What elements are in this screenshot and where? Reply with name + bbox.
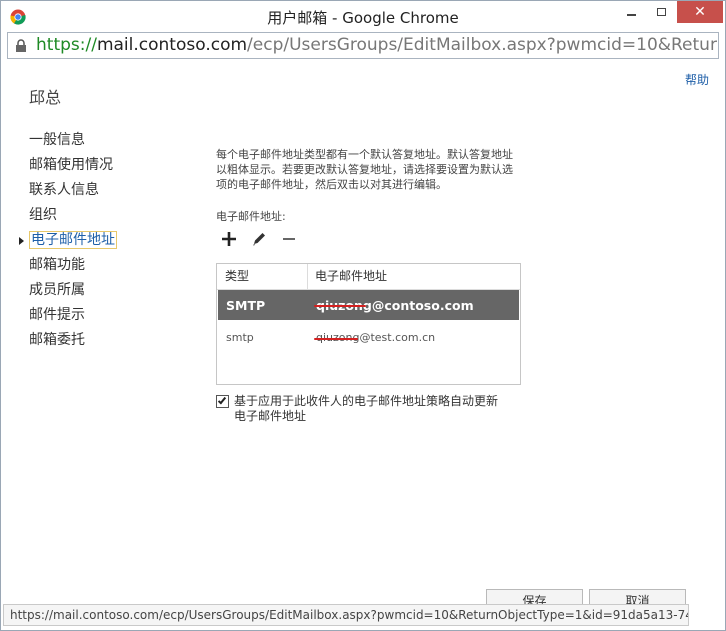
- email-address-label: 电子邮件地址:: [216, 210, 286, 223]
- nav-item-mailbox-features[interactable]: 邮箱功能: [29, 254, 129, 279]
- plus-icon: [221, 231, 237, 251]
- cell-address: qiuzong@contoso.com: [308, 298, 474, 313]
- grid-header: 类型 电子邮件地址: [217, 264, 520, 290]
- column-header-type[interactable]: 类型: [217, 264, 308, 289]
- edit-button[interactable]: [250, 232, 268, 250]
- nav-item-contact-info[interactable]: 联系人信息: [29, 179, 129, 204]
- nav-item-mailtip[interactable]: 邮件提示: [29, 304, 129, 329]
- minimize-icon: [626, 14, 636, 16]
- nav-item-label: 邮箱委托: [29, 332, 85, 348]
- maximize-button[interactable]: [647, 1, 675, 23]
- close-icon: ✕: [694, 4, 706, 20]
- lock-icon: [15, 38, 27, 52]
- cell-type: SMTP: [226, 297, 266, 313]
- auto-update-option: 基于应用于此收件人的电子邮件地址策略自动更新电子邮件地址: [216, 394, 506, 424]
- pencil-icon: [251, 231, 267, 251]
- address-bar[interactable]: https://mail.contoso.com/ecp/UsersGroups…: [7, 32, 719, 59]
- redaction-mark: [314, 337, 358, 340]
- nav-item-label: 一般信息: [29, 132, 85, 148]
- description-text: 每个电子邮件地址类型都有一个默认答复地址。默认答复地址以粗体显示。若要更改默认答…: [216, 148, 513, 191]
- table-row[interactable]: SMTP qiuzong@contoso.com: [218, 290, 519, 320]
- url-path: /ecp/UsersGroups/EditMailbox.aspx?pwmcid…: [247, 35, 718, 55]
- email-address-grid: 类型 电子邮件地址 SMTP qiuzong@contoso.com smtp …: [216, 263, 521, 385]
- title-bar: 用户邮箱 - Google Chrome ✕: [1, 1, 725, 32]
- url-text[interactable]: https://mail.contoso.com/ecp/UsersGroups…: [36, 35, 718, 55]
- nav-item-label: 邮箱使用情况: [29, 157, 113, 173]
- nav-item-label: 联系人信息: [29, 182, 99, 198]
- remove-button[interactable]: [280, 232, 298, 250]
- cell-address: qiuzong@test.com.cn: [308, 331, 435, 344]
- nav-item-email-address[interactable]: 电子邮件地址: [19, 229, 129, 254]
- nav-item-general[interactable]: 一般信息: [29, 129, 129, 154]
- url-scheme: https://: [36, 35, 97, 55]
- minimize-button[interactable]: [617, 1, 645, 23]
- add-button[interactable]: [220, 232, 238, 250]
- email-toolbar: [220, 231, 298, 251]
- nav-item-label: 成员所属: [29, 282, 85, 298]
- url-host: mail.contoso.com: [96, 35, 248, 55]
- auto-update-checkbox[interactable]: [216, 395, 229, 408]
- maximize-icon: [656, 8, 666, 16]
- nav-item-organization[interactable]: 组织: [29, 204, 129, 229]
- cell-type: smtp: [226, 330, 254, 344]
- redaction-mark: [314, 304, 366, 307]
- auto-update-label: 基于应用于此收件人的电子邮件地址策略自动更新电子邮件地址: [234, 394, 499, 423]
- nav-item-label: 邮件提示: [29, 307, 85, 323]
- help-link[interactable]: 帮助: [685, 71, 709, 88]
- table-row[interactable]: smtp qiuzong@test.com.cn: [218, 322, 519, 352]
- side-nav: 一般信息 邮箱使用情况 联系人信息 组织 电子邮件地址 邮箱功能 成员所属 邮件…: [19, 129, 129, 354]
- nav-item-member-of[interactable]: 成员所属: [29, 279, 129, 304]
- close-button[interactable]: ✕: [677, 1, 723, 23]
- nav-item-label: 电子邮件地址: [29, 231, 117, 249]
- column-header-address[interactable]: 电子邮件地址: [308, 264, 387, 289]
- status-bar-url: https://mail.contoso.com/ecp/UsersGroups…: [3, 604, 689, 626]
- active-arrow-icon: [19, 237, 24, 245]
- checkmark-icon: [217, 395, 227, 405]
- minus-icon: [281, 231, 297, 251]
- nav-item-label: 邮箱功能: [29, 257, 85, 273]
- browser-window: 用户邮箱 - Google Chrome ✕ https://mail.cont…: [0, 0, 726, 631]
- nav-item-mailbox-delegation[interactable]: 邮箱委托: [29, 329, 129, 354]
- nav-item-label: 组织: [29, 207, 57, 223]
- nav-item-mailbox-usage[interactable]: 邮箱使用情况: [29, 154, 129, 179]
- page-title: 邱总: [29, 88, 62, 107]
